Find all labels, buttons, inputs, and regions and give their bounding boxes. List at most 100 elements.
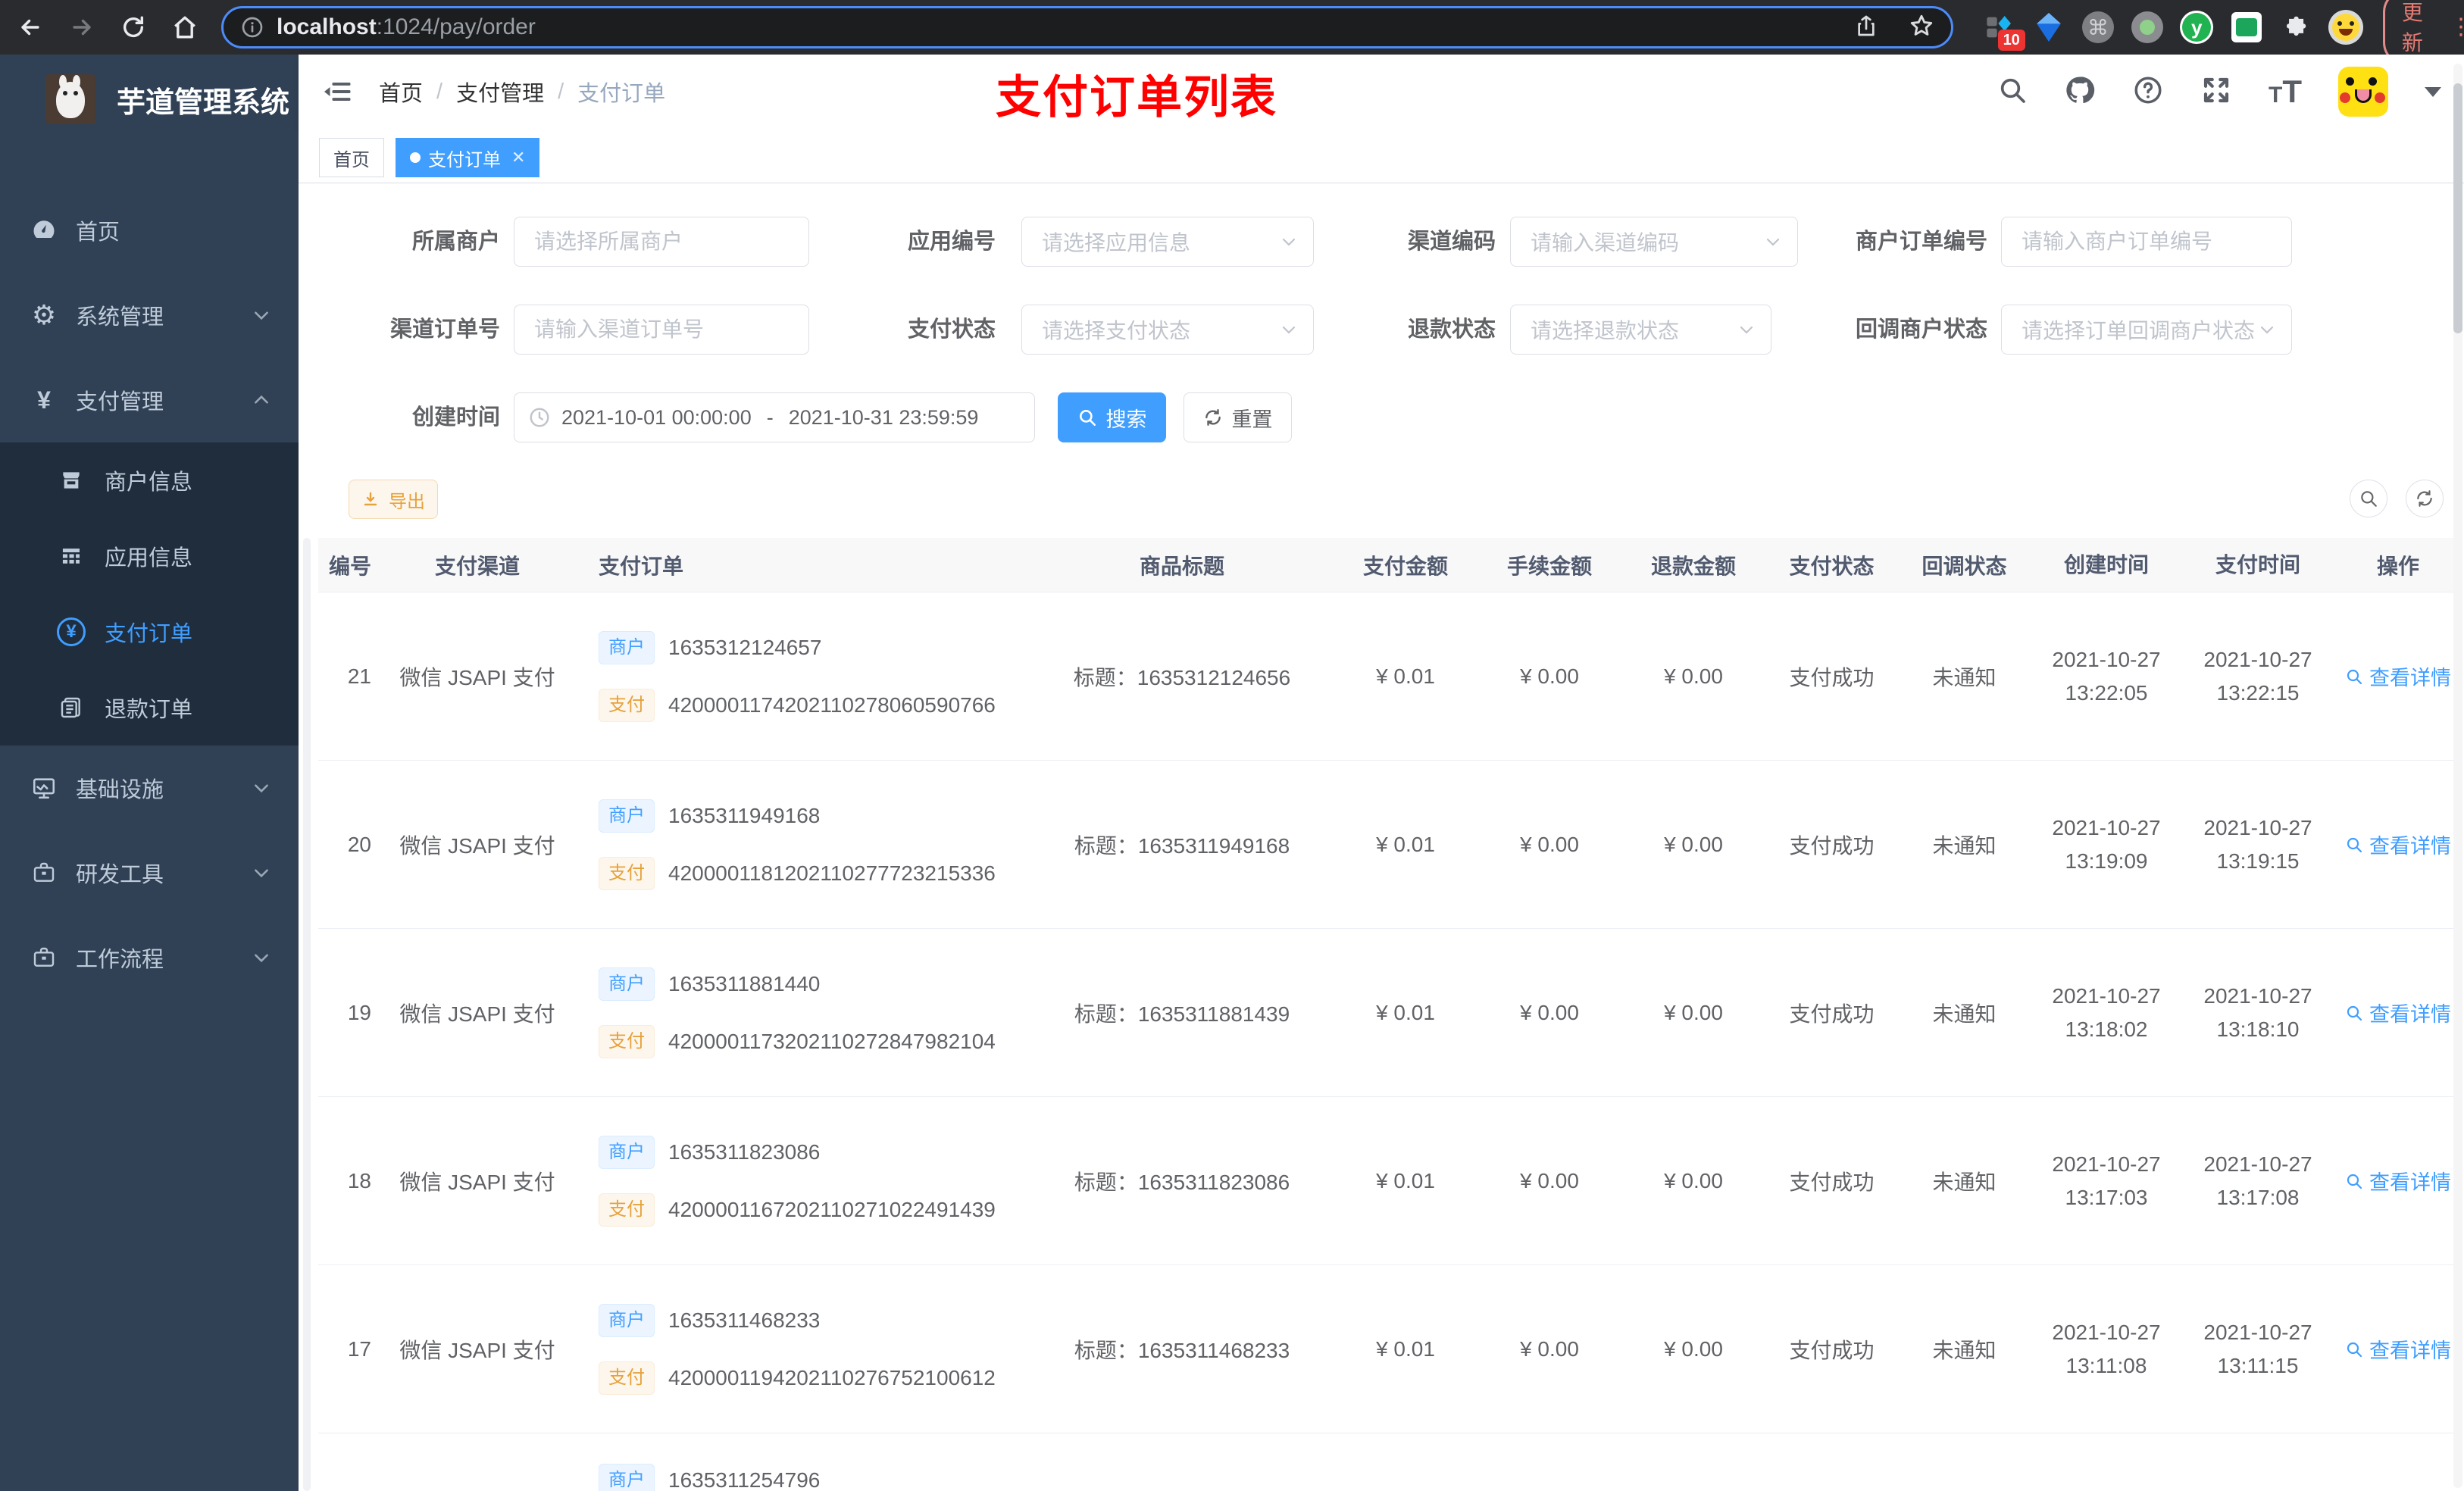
extension-y-icon[interactable]: y (2180, 10, 2214, 45)
cell-notify-status: 未通知 (1932, 1338, 1997, 1362)
merchant-input[interactable] (514, 217, 809, 267)
cell-pay-time: 2021-10-27 13:11:15 (2203, 1320, 2312, 1377)
channel-order-no-input[interactable] (514, 305, 809, 355)
col-header-create-time: 创建时间 (2063, 552, 2149, 577)
cell-create-time: 2021-10-27 13:19:09 (2052, 815, 2161, 873)
grid-icon (55, 544, 88, 568)
app-logo[interactable]: 芋道管理系统 (0, 55, 299, 130)
browser-reload-icon[interactable] (112, 6, 155, 48)
extension-command-icon[interactable]: ⌘ (2082, 10, 2115, 45)
logo-rabbit-image (45, 74, 95, 124)
view-detail-link[interactable]: 查看详情 (2345, 998, 2451, 1027)
cell-pay-time: 2021-10-27 13:19:15 (2203, 815, 2312, 873)
sidebar-item-label: 退款订单 (105, 698, 193, 722)
date-start[interactable]: 2021-10-01 00:00:00 (561, 406, 752, 430)
sidebar-item-system[interactable]: ⚙ 系统管理 (0, 273, 299, 358)
url-path: :1024/pay/order (376, 14, 536, 39)
cell-title: 标题：1635311823086 (1074, 1170, 1290, 1194)
sidebar-item-payment[interactable]: ¥ 支付管理 (0, 358, 299, 442)
page-info-icon[interactable] (240, 15, 264, 39)
merchant-order-no-input[interactable] (2001, 217, 2292, 267)
extension-blue-diamond-icon[interactable]: 10 (1984, 10, 2025, 51)
search-button[interactable]: 搜索 (1058, 392, 1166, 442)
channel-code-select[interactable]: 请输入渠道编码 (1510, 217, 1798, 267)
col-header-channel: 支付渠道 (434, 554, 520, 578)
app-window: localhost:1024/pay/order 10 ⌘ y 更新 ⋮ 芋道… (0, 0, 2464, 1491)
profile-avatar-emoji[interactable] (2328, 10, 2363, 45)
refund-status-select[interactable]: 请选择退款状态 (1510, 305, 1771, 355)
user-menu-caret-icon[interactable] (2425, 86, 2441, 97)
sidebar: 芋道管理系统 首页 ⚙ 系统管理 ¥ 支付管理 商户信息 应用信息 ¥ 支付订单… (0, 55, 299, 1491)
col-header-pay-order: 支付订单 (599, 554, 684, 578)
sidebar-item-pay-order[interactable]: ¥ 支付订单 (0, 594, 299, 670)
extensions-puzzle-icon[interactable] (2279, 10, 2312, 45)
sidebar-item-home[interactable]: 首页 (0, 188, 299, 273)
bookmark-star-icon[interactable] (1909, 13, 1934, 42)
tab-label: 支付订单 (428, 149, 501, 170)
tab-home[interactable]: 首页 (319, 138, 384, 177)
sidebar-item-label: 应用信息 (105, 546, 193, 570)
monitor-chart-icon (27, 775, 61, 801)
sidebar-item-refund-order[interactable]: 退款订单 (0, 670, 299, 746)
yen-icon: ¥ (37, 386, 51, 414)
store-icon (55, 468, 88, 492)
tab-close-icon[interactable]: ✕ (511, 148, 525, 167)
browser-forward-icon[interactable] (61, 6, 103, 48)
table-row: 19 微信 JSAPI 支付 商户 1635311881440 支付 4200001… (318, 929, 2462, 1097)
cell-pay-amount: ¥ 0.01 (1376, 832, 1435, 856)
merchant-badge: 商户 (599, 967, 655, 1001)
view-detail-link[interactable]: 查看详情 (2345, 1334, 2451, 1364)
view-detail-link[interactable]: 查看详情 (2345, 830, 2451, 859)
cell-fee-amount: ¥ 0.00 (1520, 832, 1579, 856)
font-size-icon[interactable]: TT (2269, 73, 2302, 110)
fullscreen-icon[interactable] (2200, 74, 2232, 110)
browser-back-icon[interactable] (9, 6, 52, 48)
filter-label-refund-status: 退款状态 (1407, 317, 1496, 342)
share-icon[interactable] (1854, 14, 1878, 42)
pay-order-no: 4200001167202110271022491439 (668, 1197, 996, 1221)
tab-pay-order[interactable]: 支付订单 ✕ (396, 138, 540, 177)
view-detail-link[interactable]: 查看详情 (2345, 661, 2451, 691)
refresh-table-button[interactable] (2406, 480, 2444, 517)
extension-grey-dot-icon[interactable] (2131, 10, 2163, 45)
col-header-id: 编号 (328, 554, 371, 578)
export-button[interactable]: 导出 (349, 480, 438, 519)
toggle-search-button[interactable] (2350, 480, 2387, 517)
header-search-icon[interactable] (1997, 75, 2028, 109)
document-icon (55, 695, 88, 720)
address-bar[interactable]: localhost:1024/pay/order (221, 6, 1953, 48)
extension-kite-icon[interactable] (2033, 10, 2065, 45)
reset-button[interactable]: 重置 (1184, 392, 1292, 442)
browser-menu-icon[interactable]: ⋮ (2450, 14, 2464, 40)
sidebar-collapse-icon[interactable] (323, 78, 353, 105)
github-icon[interactable] (2064, 74, 2096, 110)
cell-pay-status: 支付成功 (1789, 1170, 1875, 1194)
app-select[interactable]: 请选择应用信息 (1021, 217, 1314, 267)
yen-circle-icon: ¥ (55, 617, 88, 646)
cell-create-time: 2021-10-27 13:22:05 (2052, 647, 2161, 705)
window-scrollbar-thumb[interactable] (2453, 83, 2462, 333)
sidebar-item-label: 商户信息 (105, 470, 193, 495)
table-row: 18 微信 JSAPI 支付 商户 1635311823086 支付 4200001… (318, 1097, 2462, 1265)
sidebar-item-app-info[interactable]: 应用信息 (0, 518, 299, 594)
merchant-order-no: 1635312124657 (668, 635, 822, 659)
sidebar-item-workflow[interactable]: 工作流程 (0, 915, 299, 1000)
payment-submenu: 商户信息 应用信息 ¥ 支付订单 退款订单 (0, 442, 299, 746)
table-left-scroll-strip[interactable] (303, 538, 311, 1491)
create-time-range-picker[interactable]: 2021-10-01 00:00:00 - 2021-10-31 23:59:5… (514, 392, 1035, 442)
pay-status-select[interactable]: 请选择支付状态 (1021, 305, 1314, 355)
user-avatar[interactable] (2338, 67, 2388, 117)
help-icon[interactable] (2132, 74, 2164, 110)
sidebar-item-infrastructure[interactable]: 基础设施 (0, 746, 299, 830)
callback-status-select[interactable]: 请选择订单回调商户状态 (2001, 305, 2292, 355)
breadcrumb-payment[interactable]: 支付管理 (456, 76, 544, 108)
extension-chat-icon[interactable] (2230, 10, 2262, 45)
breadcrumb-home[interactable]: 首页 (379, 76, 423, 108)
date-end[interactable]: 2021-10-31 23:59:59 (789, 406, 979, 430)
sidebar-item-merchant-info[interactable]: 商户信息 (0, 442, 299, 518)
browser-home-icon[interactable] (164, 6, 206, 48)
briefcase-icon (27, 946, 61, 970)
sidebar-item-dev-tools[interactable]: 研发工具 (0, 830, 299, 915)
briefcase-icon (27, 861, 61, 885)
view-detail-link[interactable]: 查看详情 (2345, 1166, 2451, 1196)
